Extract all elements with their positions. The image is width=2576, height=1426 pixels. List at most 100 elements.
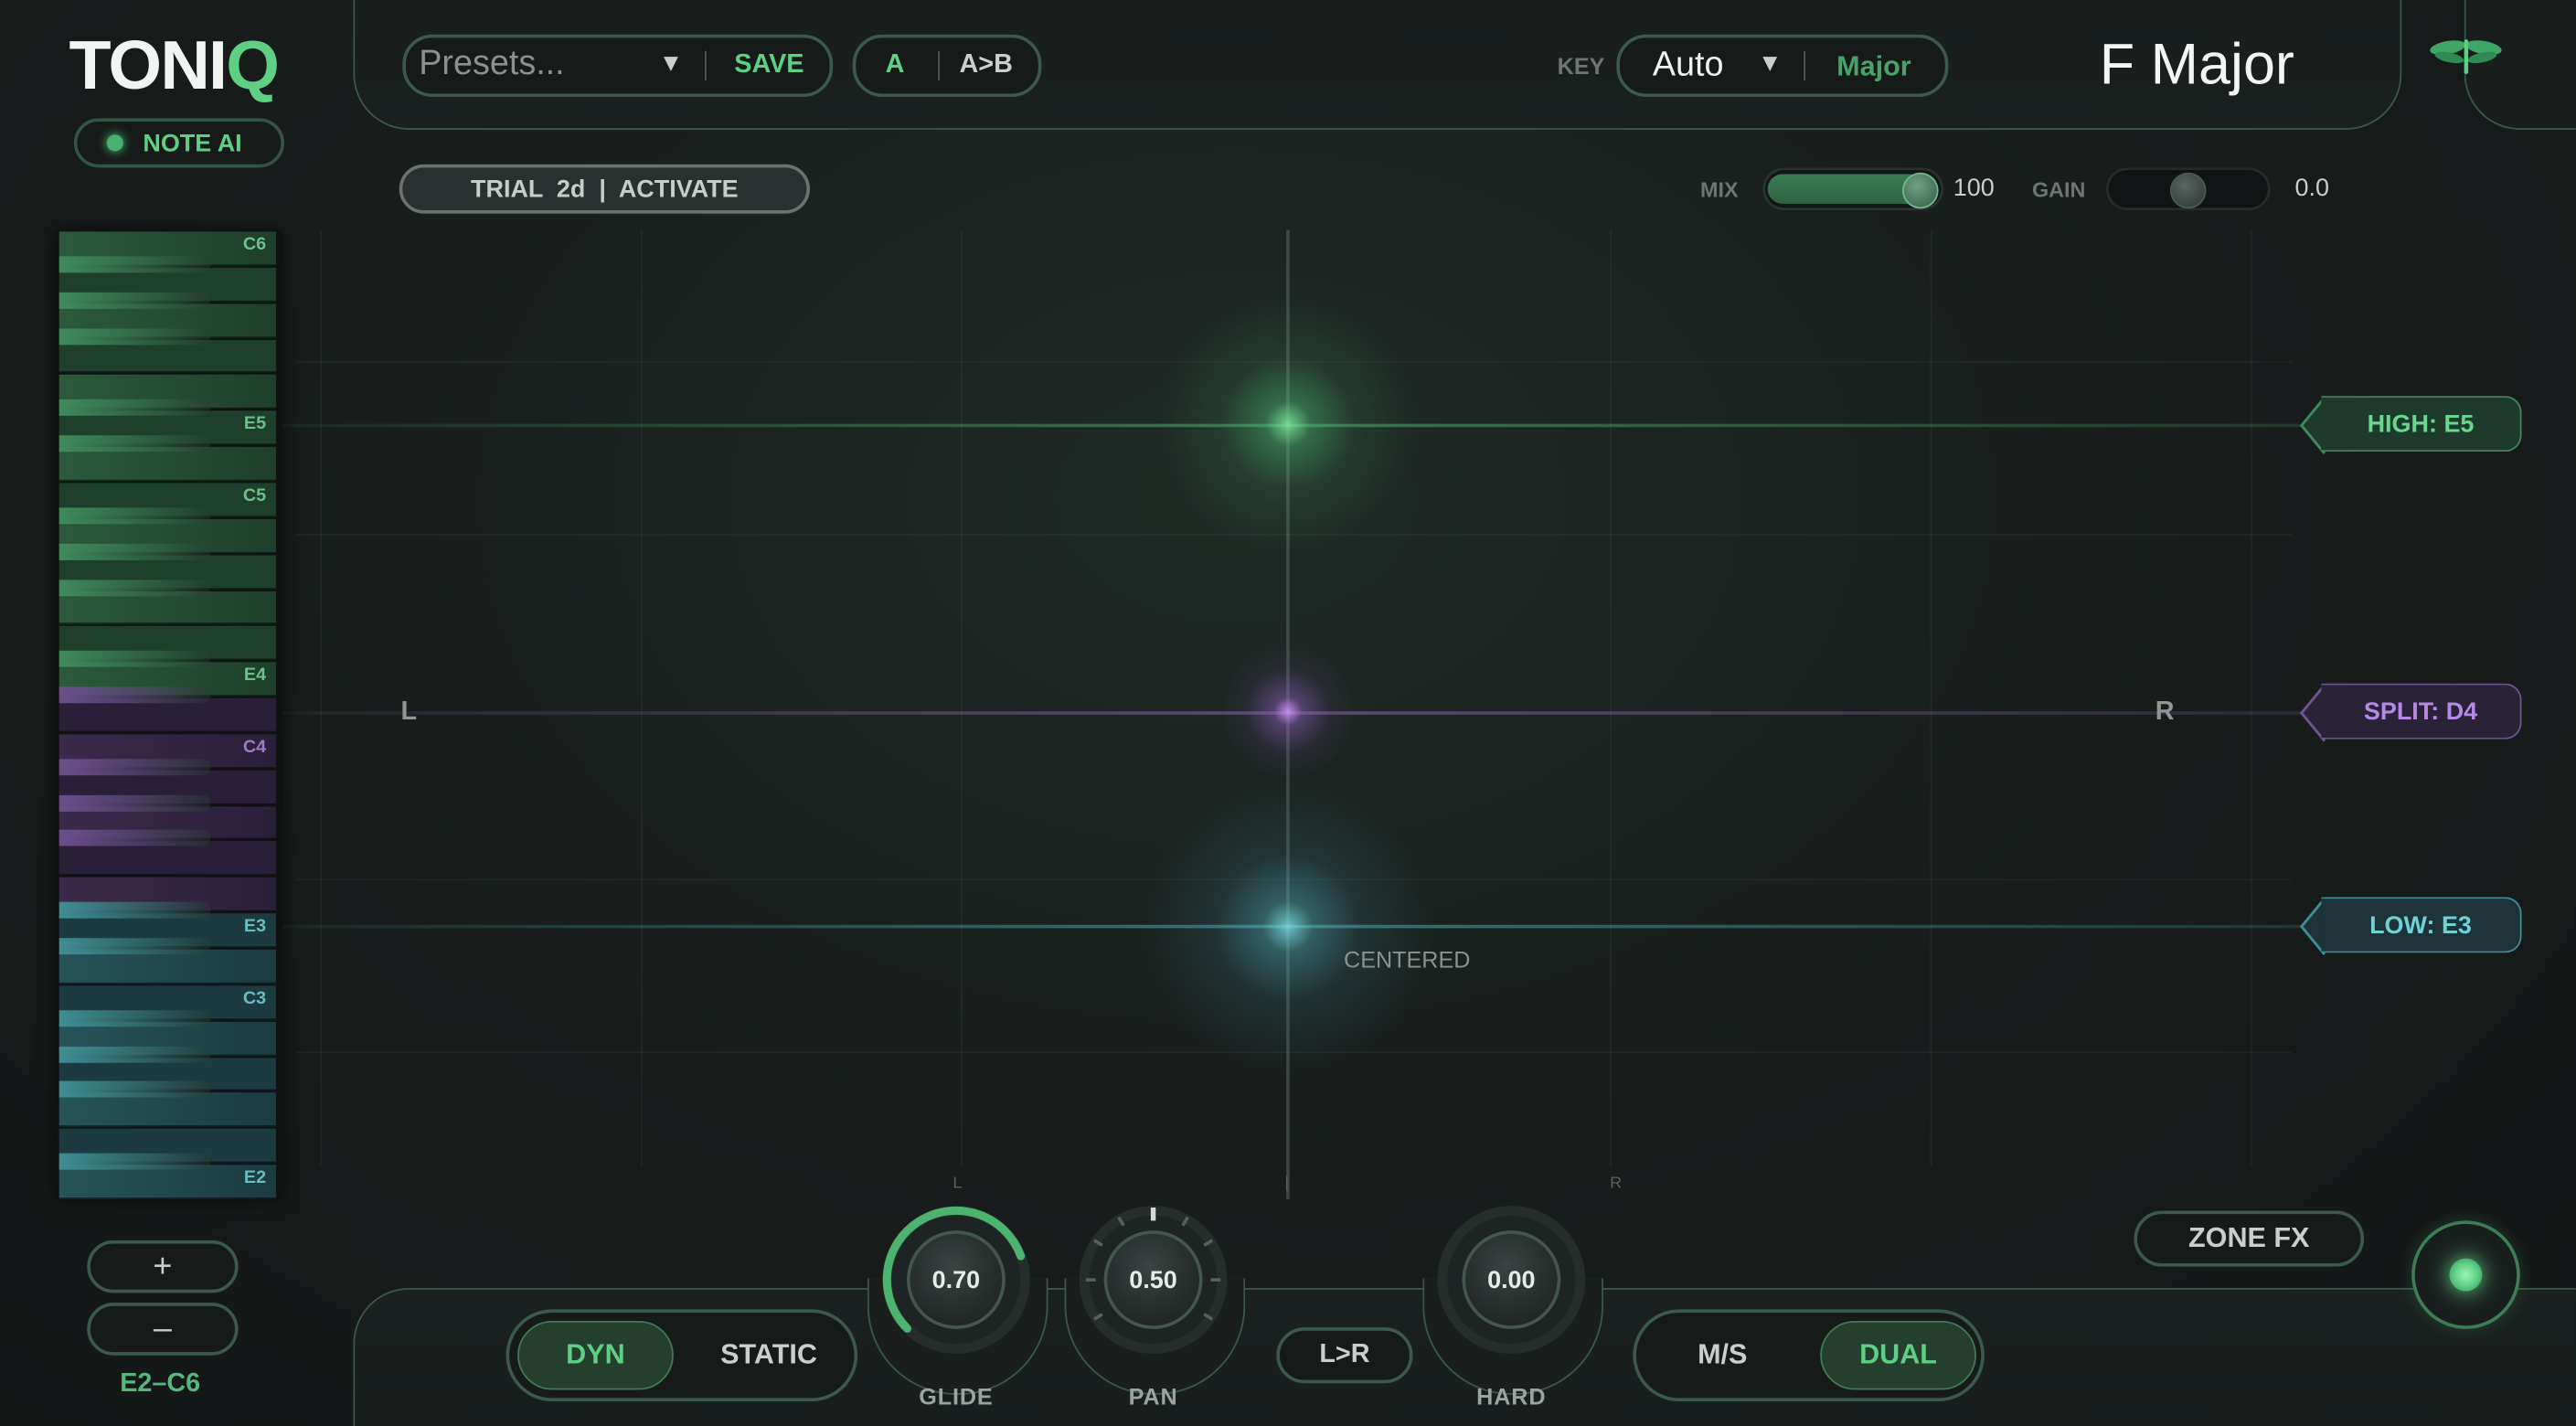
- mix-slider-thumb[interactable]: [1901, 172, 1939, 209]
- black-key[interactable]: [59, 543, 211, 560]
- mode-toggle: DYN STATIC: [506, 1309, 858, 1402]
- black-key[interactable]: [59, 1081, 211, 1099]
- white-key[interactable]: [59, 339, 276, 374]
- a-button[interactable]: A: [886, 51, 905, 80]
- grid-line: [1930, 229, 1932, 1167]
- zoom-in-button[interactable]: +: [87, 1240, 239, 1293]
- ms-label: M/S: [1698, 1338, 1748, 1370]
- gain-value: 0.0: [2294, 174, 2330, 203]
- black-key[interactable]: [59, 1009, 211, 1027]
- black-key[interactable]: [59, 327, 211, 345]
- glide-label: GLIDE: [919, 1383, 994, 1410]
- black-key[interactable]: [59, 1046, 211, 1063]
- ab-compare: A A>B: [852, 34, 1042, 98]
- note-ai-indicator: [106, 134, 123, 152]
- black-key[interactable]: [59, 256, 211, 273]
- plugin-window: TONIQ NOTE AI Presets... ▼ SAVE A A>B KE…: [0, 0, 2576, 1426]
- zoom-out-button[interactable]: –: [87, 1303, 239, 1356]
- lr-button[interactable]: L>R: [1276, 1327, 1413, 1384]
- octave-label: E2: [243, 1168, 267, 1188]
- black-key[interactable]: [59, 758, 211, 775]
- dragonfly-icon: [2430, 39, 2502, 74]
- gain-slider-thumb[interactable]: [2169, 172, 2207, 209]
- separator: [704, 50, 707, 81]
- stereo-mode-toggle: M/S DUAL: [1633, 1309, 1985, 1402]
- black-key[interactable]: [59, 579, 211, 596]
- black-key[interactable]: [59, 686, 211, 704]
- glide-knob[interactable]: 0.70: [906, 1230, 1006, 1329]
- split-zone-tag[interactable]: SPLIT: D4: [2321, 683, 2522, 740]
- black-key[interactable]: [59, 506, 211, 524]
- high-zone-text: HIGH: E5: [2367, 410, 2475, 438]
- mix-slider[interactable]: [1762, 167, 1943, 211]
- white-key[interactable]: [59, 1092, 276, 1128]
- grid-line: [1610, 229, 1612, 1167]
- piano-keyboard[interactable]: C6 E5 C5 E4 C4 E3 C3 E2: [56, 229, 283, 1199]
- a-to-b-button[interactable]: A>B: [960, 51, 1013, 80]
- black-key[interactable]: [59, 901, 211, 919]
- right-channel-label: R: [2155, 697, 2175, 727]
- key-value: Auto: [1652, 46, 1724, 84]
- note-ai-button[interactable]: NOTE AI: [73, 118, 284, 168]
- low-zone-text: LOW: E3: [2369, 910, 2472, 940]
- trial-activate-button[interactable]: TRIAL 2d | ACTIVATE: [399, 164, 810, 214]
- key-selector[interactable]: Auto ▼ Major: [1616, 34, 1949, 98]
- lr-label: L>R: [1319, 1340, 1370, 1369]
- hard-knob[interactable]: 0.00: [1462, 1230, 1561, 1329]
- static-button[interactable]: STATIC: [687, 1321, 851, 1389]
- plus-icon: +: [153, 1247, 173, 1284]
- black-key[interactable]: [59, 435, 211, 452]
- white-key[interactable]: [59, 949, 276, 984]
- low-zone-handle[interactable]: [1140, 778, 1436, 1075]
- black-key[interactable]: [59, 794, 211, 812]
- ms-button[interactable]: M/S: [1645, 1321, 1801, 1389]
- glide-value: 0.70: [931, 1265, 981, 1294]
- dyn-label: DYN: [566, 1338, 625, 1370]
- left-channel-label: L: [400, 697, 418, 727]
- note-ai-label: NOTE AI: [143, 129, 242, 157]
- logo-accent: Q: [226, 26, 280, 104]
- gain-slider[interactable]: [2105, 167, 2271, 211]
- dyn-button[interactable]: DYN: [517, 1320, 674, 1390]
- pan-knob[interactable]: 0.50: [1103, 1230, 1203, 1329]
- white-key[interactable]: [59, 842, 276, 877]
- axis-tick-right: R: [1610, 1174, 1623, 1193]
- scale-button[interactable]: Major: [1836, 51, 1911, 84]
- white-key[interactable]: E2: [59, 1165, 276, 1199]
- hard-label: HARD: [1476, 1383, 1547, 1410]
- white-key[interactable]: [59, 447, 276, 482]
- white-key[interactable]: [59, 697, 276, 733]
- black-key[interactable]: [59, 1153, 211, 1170]
- pan-value: 0.50: [1129, 1265, 1177, 1294]
- octave-label: C4: [242, 737, 267, 758]
- zone-fx-label: ZONE FX: [2188, 1222, 2310, 1254]
- black-key[interactable]: [59, 938, 211, 955]
- pan-label: PAN: [1128, 1383, 1178, 1410]
- separator: [938, 50, 940, 81]
- black-key[interactable]: [59, 399, 211, 417]
- black-key[interactable]: [59, 651, 211, 668]
- zone-fx-button[interactable]: ZONE FX: [2134, 1210, 2365, 1267]
- mix-value: 100: [1953, 174, 1995, 203]
- black-key[interactable]: [59, 292, 211, 309]
- preset-selector[interactable]: Presets... ▼ SAVE: [402, 34, 834, 98]
- high-zone-handle[interactable]: [1156, 292, 1420, 556]
- dual-label: DUAL: [1859, 1338, 1937, 1370]
- octave-label: E4: [243, 665, 267, 686]
- brand-logo: TONIQ: [69, 26, 280, 105]
- octave-label: E5: [243, 414, 267, 434]
- minus-icon: –: [153, 1310, 172, 1346]
- split-zone-handle[interactable]: [1222, 645, 1354, 778]
- low-zone-tag[interactable]: LOW: E3: [2321, 897, 2522, 953]
- grid-line: [961, 229, 963, 1167]
- high-zone-tag[interactable]: HIGH: E5: [2321, 396, 2522, 452]
- power-button[interactable]: [2411, 1220, 2520, 1329]
- separator: [1804, 50, 1806, 81]
- save-button[interactable]: SAVE: [734, 51, 804, 80]
- mix-slider-fill: [1767, 174, 1924, 204]
- octave-label: C6: [242, 234, 267, 255]
- dual-button[interactable]: DUAL: [1820, 1320, 1976, 1390]
- axis-tick-left: L: [953, 1174, 963, 1193]
- black-key[interactable]: [59, 830, 211, 847]
- white-key[interactable]: [59, 591, 276, 625]
